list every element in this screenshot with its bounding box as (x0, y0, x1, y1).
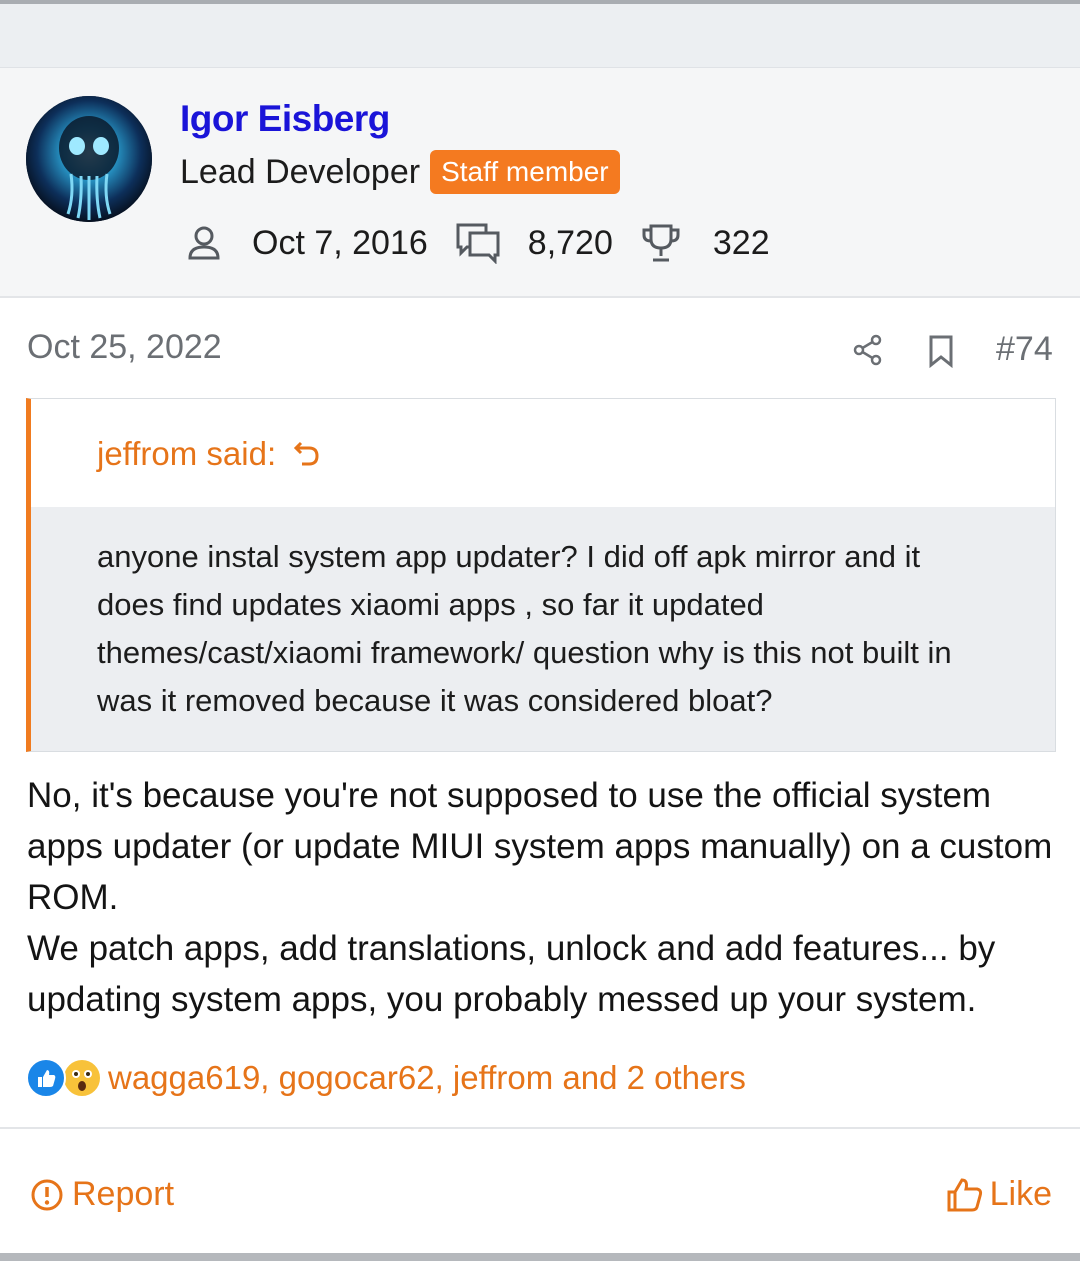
skull-avatar-icon (26, 96, 152, 222)
bottom-strip (0, 1253, 1080, 1261)
alert-icon (30, 1178, 64, 1212)
reaction-users-link[interactable]: wagga619, gogocar62, jeffrom and 2 other… (108, 1059, 746, 1097)
post-meta: Oct 25, 2022 #74 (0, 298, 1080, 398)
quote-header: jeffrom said: (31, 399, 1055, 507)
messages-count: 8,720 (527, 223, 613, 262)
reactions-bar[interactable]: wagga619, gogocar62, jeffrom and 2 other… (26, 1056, 746, 1100)
user-title: Lead Developer (180, 152, 421, 191)
username-link[interactable]: Igor Eisberg (180, 98, 390, 140)
points-count: 322 (712, 223, 770, 262)
quote-text: anyone instal system app updater? I did … (31, 507, 1055, 751)
avatar[interactable] (26, 96, 152, 222)
trophy-icon (641, 221, 681, 265)
go-to-quote-icon[interactable] (292, 439, 322, 469)
bookmark-icon[interactable] (926, 334, 956, 369)
post-number-link[interactable]: #74 (996, 330, 1053, 369)
report-button[interactable]: Report (30, 1175, 174, 1214)
quote-author-link[interactable]: jeffrom said: (97, 435, 322, 473)
like-button[interactable]: Like (946, 1175, 1052, 1214)
post-footer: Report Like (0, 1127, 1080, 1255)
user-icon (184, 221, 224, 265)
wow-reaction-icon (62, 1058, 102, 1098)
staff-badge: Staff member (430, 150, 620, 194)
user-stats: Oct 7, 2016 8,720 322 (184, 218, 770, 268)
like-label: Like (989, 1175, 1052, 1213)
like-reaction-icon (26, 1058, 66, 1098)
share-icon[interactable] (852, 334, 884, 366)
user-info-block: Igor Eisberg Lead Developer Staff member… (0, 68, 1080, 298)
report-label: Report (72, 1175, 175, 1213)
joined-date: Oct 7, 2016 (252, 223, 428, 262)
quote-author: jeffrom said: (97, 435, 277, 472)
messages-icon (454, 221, 502, 265)
post-body: No, it's because you're not supposed to … (27, 770, 1057, 1025)
role-row: Lead Developer Staff member (180, 150, 620, 194)
reply-paragraph-1: No, it's because you're not supposed to … (27, 776, 1053, 917)
reply-paragraph-2: We patch apps, add translations, unlock … (27, 929, 996, 1019)
quote-block: jeffrom said: anyone instal system app u… (26, 398, 1056, 752)
top-strip (0, 0, 1080, 68)
thumbs-up-icon (946, 1177, 984, 1213)
post-date[interactable]: Oct 25, 2022 (27, 328, 222, 367)
